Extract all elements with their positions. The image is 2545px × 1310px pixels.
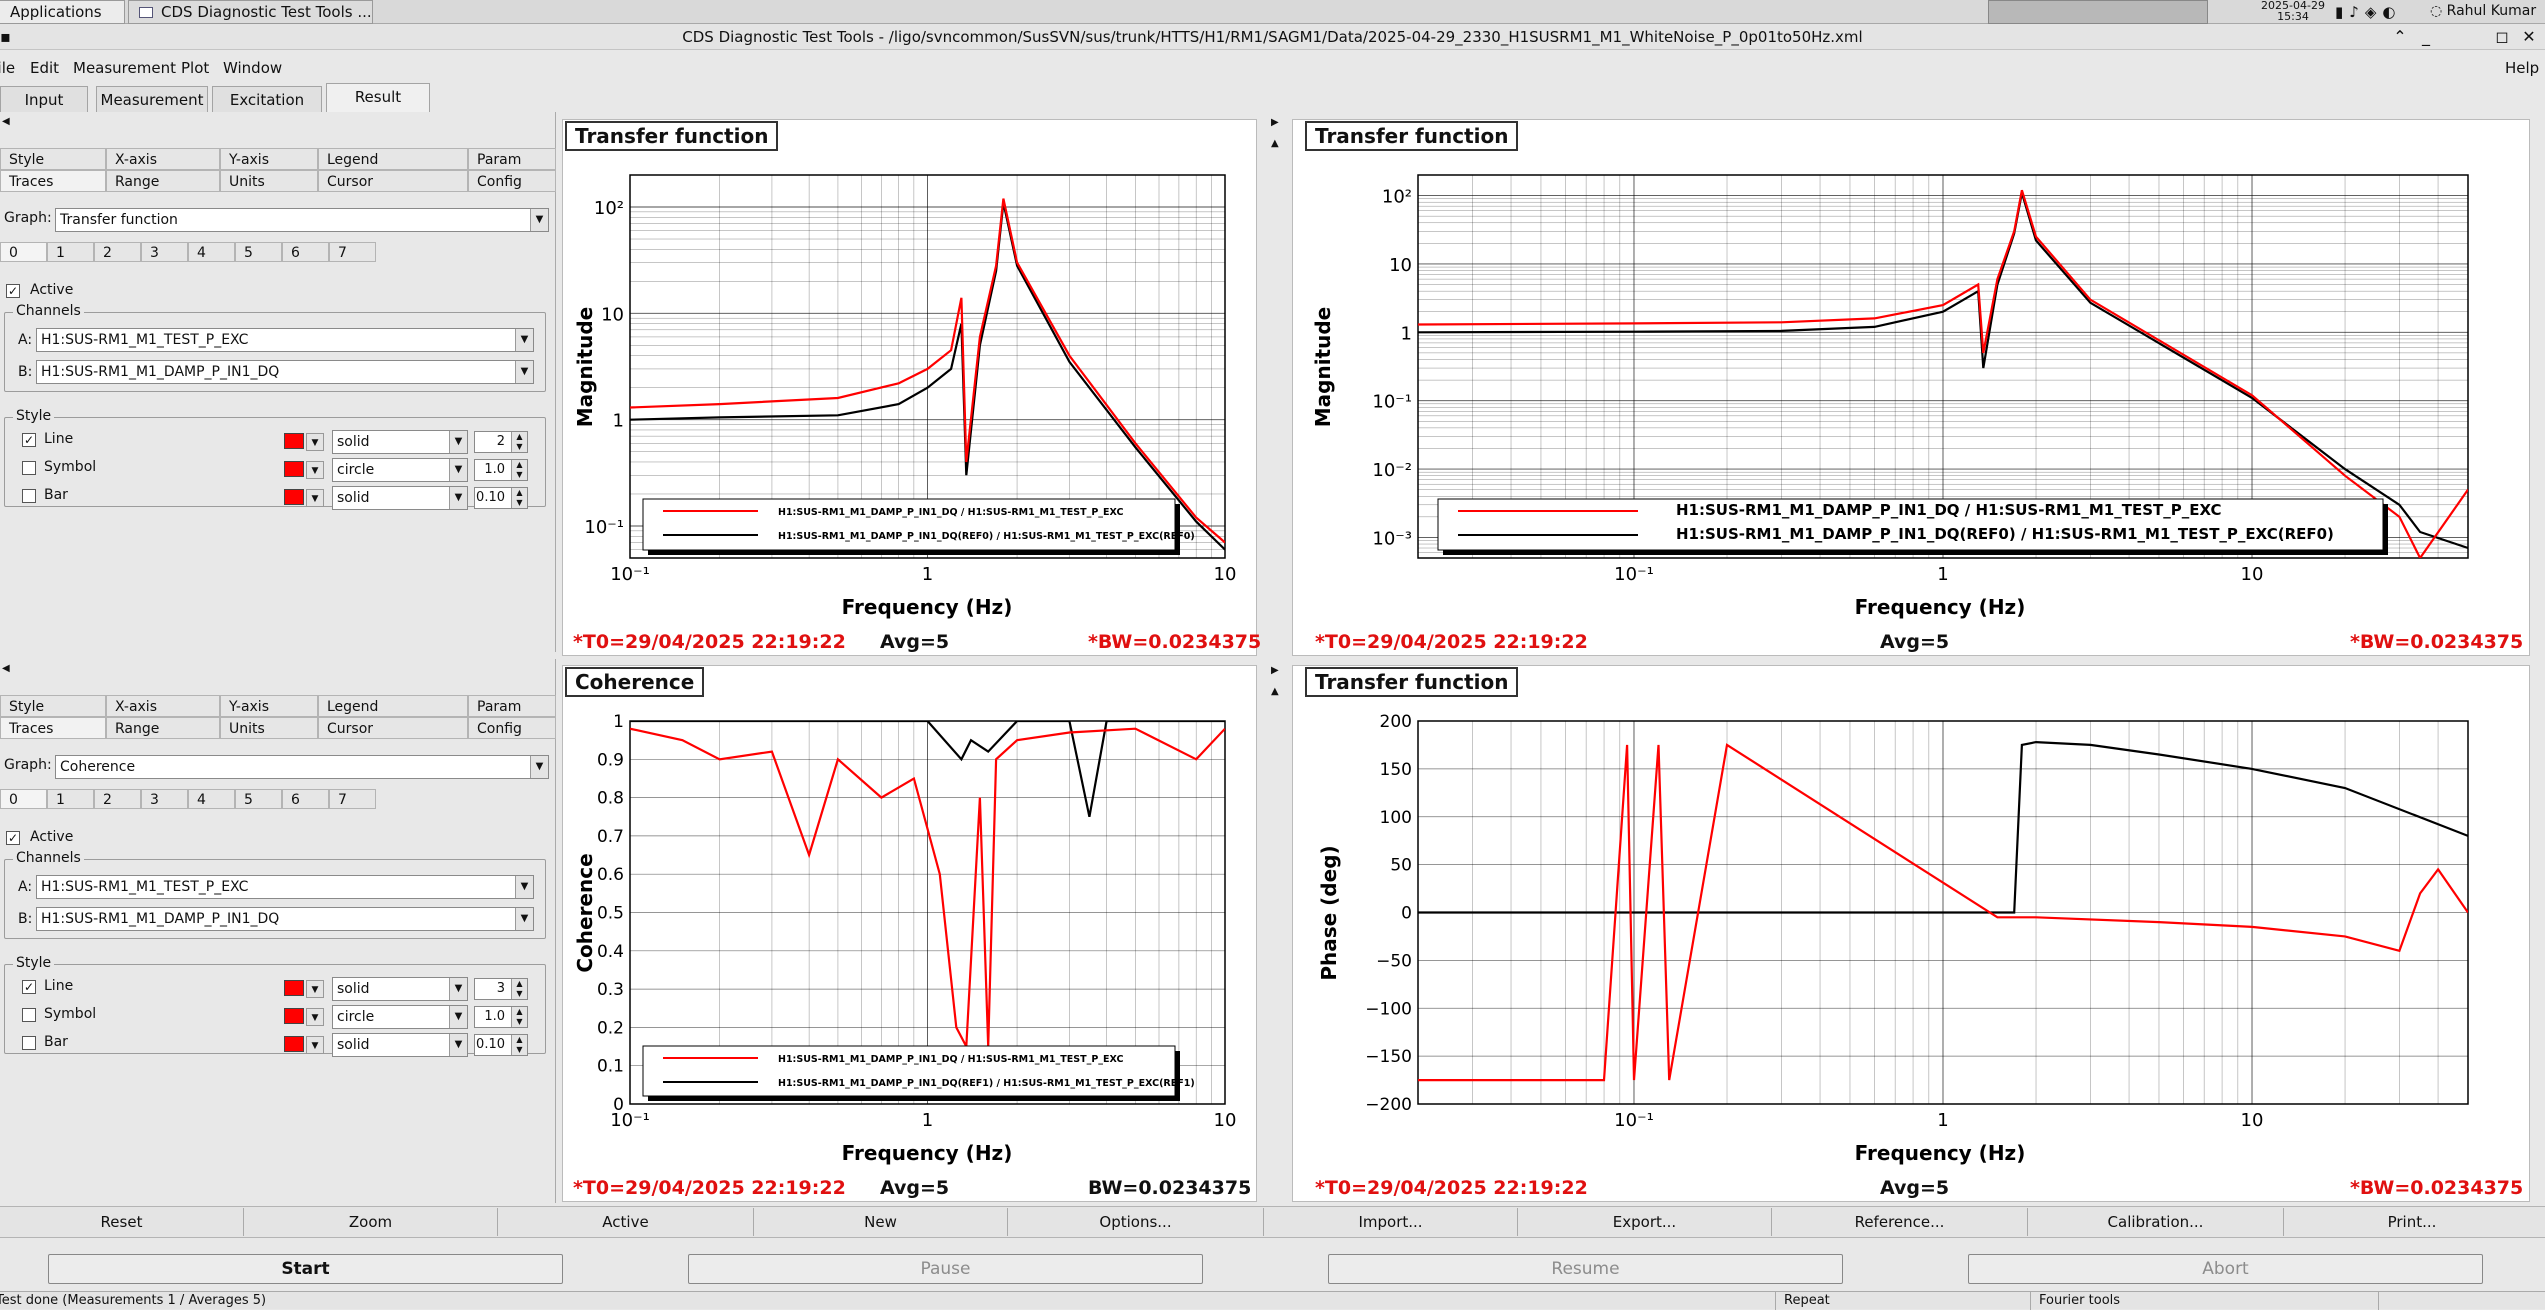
y-tick-label: −150 xyxy=(1365,1047,1412,1067)
options-button[interactable]: Options... xyxy=(1008,1208,1264,1236)
x-axis-label: Frequency (Hz) xyxy=(1855,1141,2026,1165)
reset-button[interactable]: Reset xyxy=(0,1208,244,1236)
x-axis-label: Frequency (Hz) xyxy=(842,595,1013,619)
import-button[interactable]: Import... xyxy=(1264,1208,1518,1236)
x-axis-label: Frequency (Hz) xyxy=(1855,595,2026,619)
chart-3: 10⁻¹ 1 1000.10.20.30.40.50.60.70.80.91H1:S… xyxy=(573,712,1236,1165)
avg-label: Avg=5 xyxy=(880,1177,950,1199)
bw-label: *BW=0.0234375 xyxy=(2350,1177,2524,1199)
y-tick-label: 0.5 xyxy=(597,904,624,924)
chart-4: 10⁻¹ 1 10 −200 −150 −100 −50 0 50 100 150 200 Freque… xyxy=(1317,712,2469,1165)
y-tick-label: 0 xyxy=(613,1095,624,1115)
bw-label: *BW=0.0234375 xyxy=(2350,631,2524,653)
y-tick-label: 10⁻³ xyxy=(1372,528,1412,549)
y-tick-label: 0.7 xyxy=(597,827,624,847)
y-tick-label: 10⁻² xyxy=(1372,460,1412,481)
x-axis-label: Frequency (Hz) xyxy=(842,1141,1013,1165)
x-tick-label: 1 xyxy=(1937,1110,1948,1131)
splitter-arrow-right-icon-2[interactable]: ▶ xyxy=(1271,665,1279,676)
legend-entry: H1:SUS-RM1_M1_DAMP_P_IN1_DQ(REF0) / H1:S… xyxy=(778,531,1195,542)
avg-label: Avg=5 xyxy=(1880,631,1950,653)
y-tick-label: 10⁻¹ xyxy=(584,517,624,538)
y-tick-label: 200 xyxy=(1380,712,1412,732)
reference-button[interactable]: Reference... xyxy=(1772,1208,2028,1236)
chart-2: 10⁻¹ 1 10 10⁻³ 10⁻² 10⁻¹ 1 10 10² H1:SUS-RM1_M1_D… xyxy=(1311,174,2469,619)
print-button[interactable]: Print... xyxy=(2284,1208,2540,1236)
x-tick-label: 10 xyxy=(1214,564,1237,585)
t0-label: *T0=29/04/2025 22:19:22 xyxy=(573,631,846,653)
charts-layer: 10⁻¹ 1 1010⁻¹11010²H1:SUS-RM1_M1_DAMP_P_IN… xyxy=(573,174,2469,1165)
status-extra xyxy=(2378,1292,2545,1310)
t0-label: *T0=29/04/2025 22:19:22 xyxy=(573,1177,846,1199)
x-tick-label: 10 xyxy=(1214,1110,1237,1131)
y-tick-label: 50 xyxy=(1390,856,1412,876)
splitter-arrow-up-icon-2[interactable]: ▲ xyxy=(1271,686,1279,697)
y-tick-label: 1 xyxy=(1401,323,1412,344)
active-button[interactable]: Active xyxy=(498,1208,754,1236)
avg-label: Avg=5 xyxy=(880,631,950,653)
x-tick-label: 1 xyxy=(922,564,933,585)
y-tick-label: 1 xyxy=(613,712,624,732)
y-tick-label: 0.4 xyxy=(597,942,624,962)
x-tick-label: 10⁻¹ xyxy=(1614,1110,1654,1131)
legend-entry: H1:SUS-RM1_M1_DAMP_P_IN1_DQ(REF0) / H1:S… xyxy=(1676,525,2334,543)
chart-1: 10⁻¹ 1 10 10⁻¹ 1 10 10² H1:SUS-RM1_M1_DAMP_P_IN… xyxy=(573,174,1237,619)
legend-entry: H1:SUS-RM1_M1_DAMP_P_IN1_DQ / H1:SUS-RM1… xyxy=(1676,501,2222,519)
abort-button[interactable]: Abort xyxy=(1968,1254,2483,1284)
x-tick-label: 10 xyxy=(2241,1110,2264,1131)
x-tick-label: 1 xyxy=(922,1110,933,1131)
calibration-button[interactable]: Calibration... xyxy=(2028,1208,2284,1236)
y-tick-label: −50 xyxy=(1376,951,1412,971)
x-tick-label: 10⁻¹ xyxy=(610,564,650,585)
start-button[interactable]: Start xyxy=(48,1254,563,1284)
y-tick-label: 10² xyxy=(1382,187,1412,208)
y-axis-label: Phase (deg) xyxy=(1317,845,1341,980)
y-tick-label: 10² xyxy=(594,198,624,219)
avg-label: Avg=5 xyxy=(1880,1177,1950,1199)
y-tick-label: 100 xyxy=(1380,808,1412,828)
resume-button[interactable]: Resume xyxy=(1328,1254,1843,1284)
y-tick-label: 0.6 xyxy=(597,865,624,885)
new-button[interactable]: New xyxy=(754,1208,1008,1236)
y-tick-label: 0 xyxy=(1401,904,1412,924)
legend-entry: H1:SUS-RM1_M1_DAMP_P_IN1_DQ(REF1) / H1:S… xyxy=(778,1078,1195,1089)
y-tick-label: −200 xyxy=(1365,1095,1412,1115)
y-tick-label: 0.9 xyxy=(597,750,624,770)
plot-title: Transfer function xyxy=(565,121,779,151)
t0-label: *T0=29/04/2025 22:19:22 xyxy=(1315,631,1588,653)
bw-label: *BW=0.0234375 xyxy=(1088,631,1262,653)
y-tick-label: 10 xyxy=(1389,255,1412,276)
x-tick-label: 10⁻¹ xyxy=(1614,564,1654,585)
pause-button[interactable]: Pause xyxy=(688,1254,1203,1284)
bw-label: BW=0.0234375 xyxy=(1088,1177,1252,1199)
y-tick-label: 0.2 xyxy=(597,1018,624,1038)
x-tick-label: 1 xyxy=(1937,564,1948,585)
zoom-button[interactable]: Zoom xyxy=(244,1208,498,1236)
y-tick-label: 0.1 xyxy=(597,1057,624,1077)
y-axis-label: Magnitude xyxy=(1311,307,1335,428)
plot-title: Coherence xyxy=(565,667,705,697)
y-tick-label: 10⁻¹ xyxy=(1372,392,1412,413)
y-tick-label: 0.8 xyxy=(597,789,624,809)
legend-entry: H1:SUS-RM1_M1_DAMP_P_IN1_DQ / H1:SUS-RM1… xyxy=(778,1054,1124,1065)
y-tick-label: 150 xyxy=(1380,760,1412,780)
t0-label: *T0=29/04/2025 22:19:22 xyxy=(1315,1177,1588,1199)
statusbar: Test done (Measurements 1 / Averages 5) … xyxy=(0,1291,2545,1310)
legend-entry: H1:SUS-RM1_M1_DAMP_P_IN1_DQ / H1:SUS-RM1… xyxy=(778,507,1124,518)
y-tick-label: 0.3 xyxy=(597,980,624,1000)
status-text: Test done (Measurements 1 / Averages 5) xyxy=(0,1293,267,1308)
y-tick-label: −100 xyxy=(1365,999,1412,1019)
export-button[interactable]: Export... xyxy=(1518,1208,1772,1236)
y-axis-label: Magnitude xyxy=(573,307,597,428)
x-tick-label: 10 xyxy=(2241,564,2264,585)
splitter-arrow-right-icon[interactable]: ▶ xyxy=(1271,117,1279,128)
plot-title: Transfer function xyxy=(1305,121,1519,151)
splitter-arrow-up-icon[interactable]: ▲ xyxy=(1271,138,1279,149)
status-repeat: Repeat xyxy=(1775,1292,1830,1310)
y-tick-label: 10 xyxy=(601,304,624,325)
y-tick-label: 1 xyxy=(613,411,624,432)
y-axis-label: Coherence xyxy=(573,853,597,972)
plot-title: Transfer function xyxy=(1305,667,1519,697)
status-fourier: Fourier tools xyxy=(2030,1292,2120,1310)
